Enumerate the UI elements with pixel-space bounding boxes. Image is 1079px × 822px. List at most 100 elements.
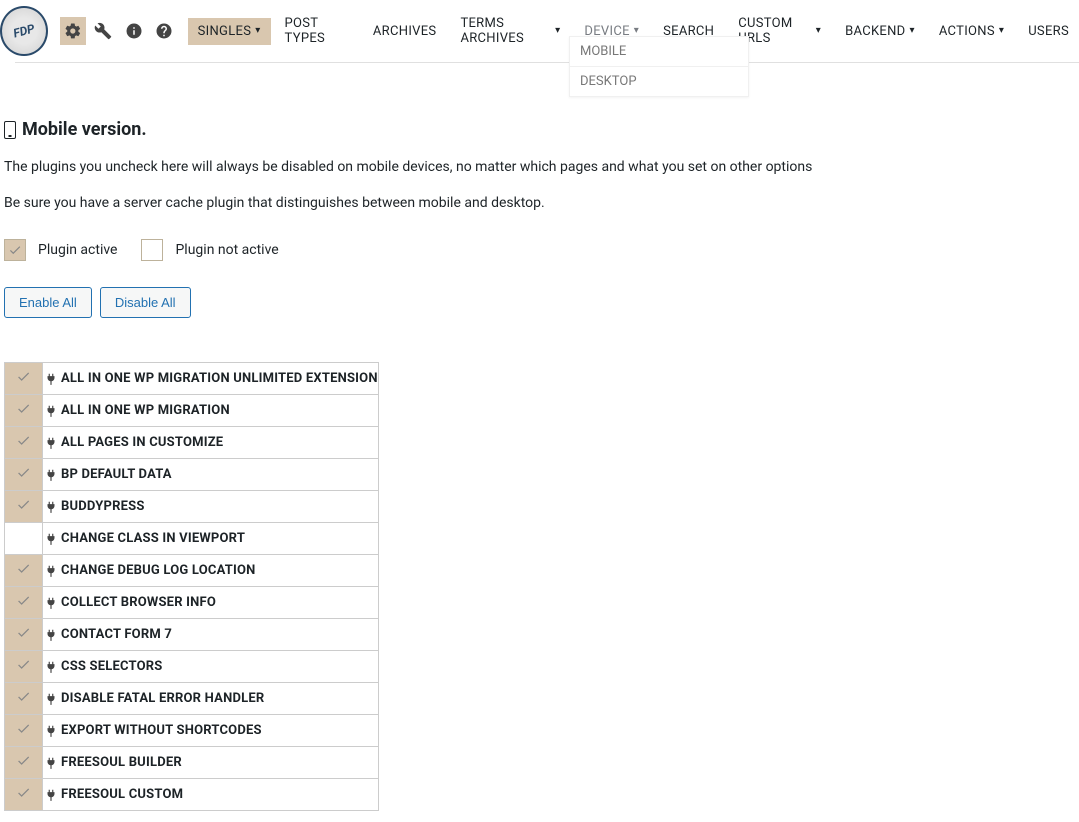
plugin-checkbox[interactable] [5, 555, 43, 587]
plugin-checkbox[interactable] [5, 747, 43, 779]
plugin-checkbox[interactable] [5, 683, 43, 715]
plug-icon [43, 788, 59, 802]
plugin-name-cell[interactable]: FREESOUL CUSTOM [43, 779, 379, 811]
nav-archives-label: ARCHIVES [373, 24, 437, 39]
help-icon[interactable] [151, 17, 178, 45]
nav-archives[interactable]: ARCHIVES [363, 18, 447, 45]
description-1: The plugins you uncheck here will always… [4, 158, 1075, 178]
plugin-name-cell[interactable]: ALL PAGES IN CUSTOMIZE [43, 427, 379, 459]
plugin-checkbox[interactable] [5, 651, 43, 683]
plugin-name-cell[interactable]: ALL IN ONE WP MIGRATION UNLIMITED EXTENS… [43, 363, 379, 395]
plug-icon [43, 468, 59, 482]
nav-users[interactable]: USERS [1018, 18, 1079, 45]
plugin-checkbox[interactable] [5, 363, 43, 395]
nav-post-types[interactable]: POST TYPES [275, 10, 359, 52]
plugin-checkbox[interactable] [5, 619, 43, 651]
settings-icon[interactable] [60, 17, 87, 45]
plug-icon [43, 404, 59, 418]
table-row: BP DEFAULT DATA [5, 459, 379, 491]
caret-down-icon: ▾ [910, 26, 915, 36]
plugin-checkbox[interactable] [5, 459, 43, 491]
plug-icon [43, 564, 59, 578]
plug-icon [43, 692, 59, 706]
table-row: EXPORT WITHOUT SHORTCODES [5, 715, 379, 747]
table-row: BUDDYPRESS [5, 491, 379, 523]
plug-icon [43, 660, 59, 674]
legend: Plugin active Plugin not active [4, 239, 1075, 261]
plugin-name-cell[interactable]: COLLECT BROWSER INFO [43, 587, 379, 619]
plugin-name-cell[interactable]: CONTACT FORM 7 [43, 619, 379, 651]
plugin-name-cell[interactable]: EXPORT WITHOUT SHORTCODES [43, 715, 379, 747]
nav-backend[interactable]: BACKEND ▾ [835, 18, 925, 45]
plugin-name: BUDDYPRESS [61, 499, 145, 514]
plugin-name-cell[interactable]: BUDDYPRESS [43, 491, 379, 523]
plugin-name: DISABLE FATAL ERROR HANDLER [61, 691, 264, 706]
wrench-icon[interactable] [90, 17, 117, 45]
plugin-name-cell[interactable]: CSS SELECTORS [43, 651, 379, 683]
plugin-name-cell[interactable]: ALL IN ONE WP MIGRATION [43, 395, 379, 427]
legend-active-label: Plugin active [38, 242, 117, 258]
logo-text: FDP [5, 13, 42, 50]
table-row: FREESOUL CUSTOM [5, 779, 379, 811]
table-row: FREESOUL BUILDER [5, 747, 379, 779]
caret-down-icon: ▾ [816, 26, 821, 36]
table-row: CONTACT FORM 7 [5, 619, 379, 651]
dropdown-desktop[interactable]: DESKTOP [570, 67, 748, 96]
legend-active: Plugin active [4, 239, 117, 261]
plugin-name-cell[interactable]: FREESOUL BUILDER [43, 747, 379, 779]
table-row: CHANGE CLASS IN VIEWPORT [5, 523, 379, 555]
plugins-table: ALL IN ONE WP MIGRATION UNLIMITED EXTENS… [4, 362, 379, 811]
caret-down-icon: ▾ [555, 26, 560, 36]
table-row: ALL PAGES IN CUSTOMIZE [5, 427, 379, 459]
dropdown-mobile[interactable]: MOBILE [570, 37, 748, 67]
info-icon[interactable] [121, 17, 148, 45]
plug-icon [43, 628, 59, 642]
plug-icon [43, 724, 59, 738]
device-dropdown: MOBILE DESKTOP [569, 36, 749, 97]
plugin-checkbox[interactable] [5, 491, 43, 523]
plugin-checkbox[interactable] [5, 395, 43, 427]
table-row: CHANGE DEBUG LOG LOCATION [5, 555, 379, 587]
nav-post-types-label: POST TYPES [285, 16, 349, 46]
plugin-name: CHANGE CLASS IN VIEWPORT [61, 531, 245, 546]
plugin-name: COLLECT BROWSER INFO [61, 595, 216, 610]
logo: FDP [0, 6, 48, 56]
page-title: Mobile version. [4, 119, 1075, 140]
plugin-checkbox[interactable] [5, 715, 43, 747]
nav-actions-label: ACTIONS [939, 24, 995, 39]
legend-active-box [4, 239, 26, 261]
caret-down-icon: ▾ [634, 26, 639, 36]
bulk-actions: Enable All Disable All [4, 287, 1075, 318]
table-row: CSS SELECTORS [5, 651, 379, 683]
plug-icon [43, 596, 59, 610]
nav-users-label: USERS [1028, 24, 1069, 39]
plugin-checkbox[interactable] [5, 427, 43, 459]
plugin-name-cell[interactable]: DISABLE FATAL ERROR HANDLER [43, 683, 379, 715]
table-row: DISABLE FATAL ERROR HANDLER [5, 683, 379, 715]
nav-singles[interactable]: SINGLES ▾ [188, 18, 271, 45]
page-content: Mobile version. The plugins you uncheck … [0, 63, 1079, 811]
plugin-name: CONTACT FORM 7 [61, 627, 172, 642]
table-row: COLLECT BROWSER INFO [5, 587, 379, 619]
plugin-name-cell[interactable]: CHANGE CLASS IN VIEWPORT [43, 523, 379, 555]
plugin-checkbox[interactable] [5, 587, 43, 619]
plugin-name-cell[interactable]: BP DEFAULT DATA [43, 459, 379, 491]
nav-custom-urls-label: CUSTOM URLS [738, 16, 811, 46]
plugin-name: CSS SELECTORS [61, 659, 163, 674]
plugin-name: ALL IN ONE WP MIGRATION [61, 403, 230, 418]
plugin-name: FREESOUL BUILDER [61, 755, 182, 770]
description-2: Be sure you have a server cache plugin t… [4, 194, 1075, 214]
page-title-text: Mobile version. [22, 119, 147, 140]
plugin-checkbox[interactable] [5, 523, 43, 555]
enable-all-button[interactable]: Enable All [4, 287, 92, 318]
nav-backend-label: BACKEND [845, 24, 905, 39]
nav-actions[interactable]: ACTIONS ▾ [929, 18, 1014, 45]
caret-down-icon: ▾ [999, 26, 1004, 36]
plugin-name: FREESOUL CUSTOM [61, 787, 183, 802]
nav-terms-archives[interactable]: TERMS ARCHIVES ▾ [450, 10, 570, 52]
plugin-name: CHANGE DEBUG LOG LOCATION [61, 563, 256, 578]
plugin-name-cell[interactable]: CHANGE DEBUG LOG LOCATION [43, 555, 379, 587]
plugin-checkbox[interactable] [5, 779, 43, 811]
plug-icon [43, 500, 59, 514]
disable-all-button[interactable]: Disable All [100, 287, 191, 318]
